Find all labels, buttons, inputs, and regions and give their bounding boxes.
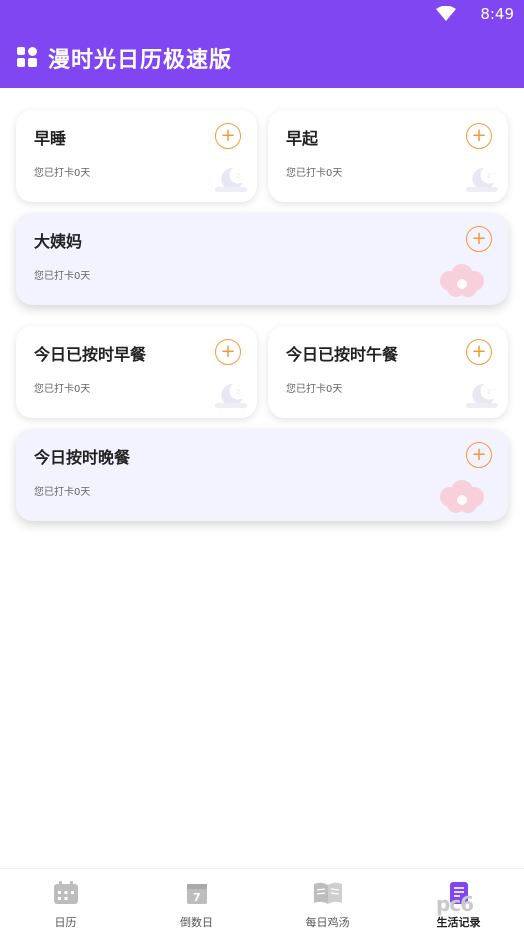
flower-icon: [440, 264, 484, 297]
moon-icon: z: [215, 167, 247, 192]
status-bar: 8:49: [0, 0, 524, 28]
card-subtitle: 您已打卡0天: [34, 384, 91, 395]
card-title: 今日按时晚餐: [34, 448, 131, 467]
card-subtitle: 您已打卡0天: [34, 487, 91, 498]
grid-logo-icon: [17, 47, 37, 67]
nav-item-calendar[interactable]: 日历: [0, 869, 131, 930]
svg-text:z: z: [236, 387, 240, 396]
flower-icon: [440, 480, 484, 513]
nav-label: 倒数日: [180, 916, 213, 929]
habit-card-early-rise[interactable]: 早起 您已打卡0天 + z: [268, 110, 508, 202]
svg-text:z: z: [487, 171, 491, 180]
card-title: 今日已按时午餐: [286, 345, 399, 364]
add-button[interactable]: +: [466, 226, 492, 252]
habit-card-early-sleep[interactable]: 早睡 您已打卡0天 + z: [16, 110, 257, 202]
add-button[interactable]: +: [466, 123, 492, 149]
svg-text:z: z: [487, 387, 491, 396]
watermark-logo: pc6: [436, 892, 474, 916]
countdown-icon: 7: [186, 884, 207, 904]
nav-label: 日历: [54, 916, 77, 929]
habit-card-period[interactable]: 大姨妈 您已打卡0天 +: [16, 213, 508, 305]
card-title: 大姨妈: [34, 232, 83, 251]
nav-item-daily-quote[interactable]: 每日鸡汤: [262, 869, 393, 930]
svg-text:7: 7: [193, 891, 201, 904]
nav-label: 生活记录: [436, 916, 481, 929]
add-button[interactable]: +: [466, 339, 492, 365]
moon-icon: z: [466, 383, 498, 408]
card-subtitle: 您已打卡0天: [34, 168, 91, 179]
svg-text:z: z: [236, 171, 240, 180]
habit-card-dinner[interactable]: 今日按时晚餐 您已打卡0天 +: [16, 429, 508, 521]
calendar-icon: [53, 881, 78, 904]
app-title: 漫时光日历极速版: [48, 48, 233, 73]
status-clock: 8:49: [480, 5, 514, 23]
add-button[interactable]: +: [215, 123, 241, 149]
add-button[interactable]: +: [466, 442, 492, 468]
app-header: 8:49 漫时光日历极速版: [0, 0, 524, 88]
wifi-icon: [436, 6, 456, 21]
card-subtitle: 您已打卡0天: [34, 271, 91, 282]
card-title: 今日已按时早餐: [34, 345, 147, 364]
habit-card-lunch[interactable]: 今日已按时午餐 您已打卡0天 + z: [268, 326, 508, 418]
habit-card-breakfast[interactable]: 今日已按时早餐 您已打卡0天 + z: [16, 326, 257, 418]
card-title: 早睡: [34, 129, 67, 148]
card-subtitle: 您已打卡0天: [286, 384, 343, 395]
nav-item-countdown[interactable]: 7 倒数日: [131, 869, 262, 930]
book-icon: [313, 882, 342, 904]
card-title: 早起: [286, 129, 319, 148]
moon-icon: z: [215, 383, 247, 408]
nav-label: 每日鸡汤: [305, 916, 350, 929]
add-button[interactable]: +: [215, 339, 241, 365]
moon-icon: z: [466, 167, 498, 192]
card-subtitle: 您已打卡0天: [286, 168, 343, 179]
